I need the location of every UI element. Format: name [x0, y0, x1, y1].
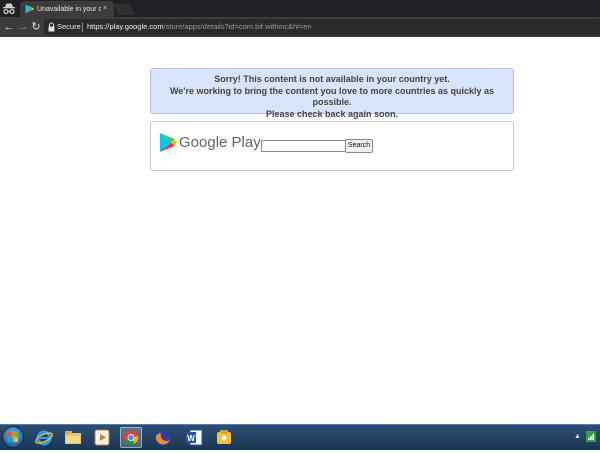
address-separator	[82, 22, 83, 32]
show-hidden-icons-icon[interactable]: ▲	[574, 431, 581, 443]
media-player-icon[interactable]	[91, 427, 113, 448]
lock-icon	[48, 22, 55, 32]
chrome-icon[interactable]	[120, 427, 142, 448]
new-tab-button[interactable]	[113, 4, 135, 15]
windows-taskbar: W ▲	[0, 424, 600, 450]
google-play-favicon-icon	[25, 4, 34, 14]
incognito-icon	[3, 3, 15, 15]
url-host: https://play.google.com	[87, 22, 164, 31]
reload-icon[interactable]: ↻	[29, 20, 43, 34]
browser-toolbar: ← → ↻ Secure https://play.google.com/sto…	[0, 17, 600, 37]
utility-app-icon[interactable]	[213, 427, 235, 448]
network-signal-icon[interactable]	[586, 431, 596, 442]
notice-line: Please check back again soon.	[265, 108, 399, 119]
internet-explorer-icon[interactable]	[33, 427, 55, 448]
address-bar[interactable]: Secure https://play.google.com/store/app…	[44, 19, 600, 35]
search-button[interactable]: Search	[345, 139, 373, 153]
url-text[interactable]: https://play.google.com/store/apps/detai…	[87, 19, 312, 35]
secure-label: Secure	[57, 22, 81, 31]
forward-icon[interactable]: →	[16, 20, 30, 34]
start-button-icon[interactable]	[2, 426, 24, 448]
notice-line: We're working to bring the content you l…	[169, 85, 495, 108]
browser-tab[interactable]: Unavailable in your country ×	[20, 1, 114, 17]
svg-text:W: W	[187, 434, 195, 443]
google-play-search-card: Google Play Search	[150, 121, 514, 171]
notice-line: Sorry! This content is not available in …	[214, 74, 450, 84]
search-input[interactable]	[261, 140, 345, 152]
unavailable-notice: Sorry! This content is not available in …	[150, 68, 514, 119]
google-play-wordmark[interactable]: Google Play	[179, 133, 261, 153]
back-icon[interactable]: ←	[2, 20, 16, 34]
url-path: /store/apps/details?id=com.bif.withinc&h…	[163, 22, 312, 31]
word-icon[interactable]: W	[183, 427, 205, 448]
browser-tabstrip: Unavailable in your country ×	[0, 0, 600, 17]
google-play-logo-icon[interactable]	[159, 132, 177, 153]
tab-close-icon[interactable]: ×	[103, 3, 107, 15]
file-explorer-icon[interactable]	[62, 427, 84, 448]
firefox-icon[interactable]	[152, 427, 174, 448]
tab-title: Unavailable in your country	[37, 6, 101, 13]
